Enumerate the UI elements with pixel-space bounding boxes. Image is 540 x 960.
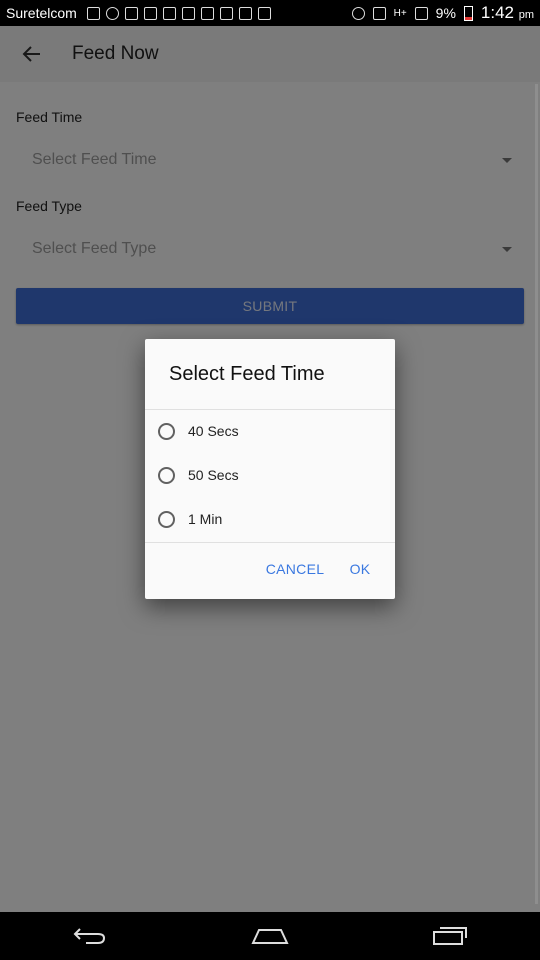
radio-unchecked-icon[interactable]	[158, 510, 175, 528]
mute-icon	[372, 6, 386, 20]
clock-suffix: pm	[518, 9, 534, 21]
mail-icon	[238, 6, 252, 20]
status-bar: Suretelcom H+ 9% 1:42 pm	[0, 0, 540, 26]
x-notification-icon	[219, 6, 233, 20]
back-nav-icon	[73, 928, 106, 944]
google-icon	[257, 6, 271, 20]
facebook-icon	[143, 6, 157, 20]
wifi-icon	[200, 6, 214, 20]
battery-percent: 9%	[435, 5, 456, 21]
app-notification-icon	[181, 6, 195, 20]
recents-nav-icon	[433, 927, 467, 945]
home-nav-icon	[251, 929, 289, 944]
gmail-icon	[124, 6, 138, 20]
dialog-title: Select Feed Time	[169, 363, 325, 385]
network-type: H+	[393, 7, 407, 19]
whatsapp-icon	[105, 6, 119, 20]
facebook-lite-icon	[162, 6, 176, 20]
bluetooth-icon	[351, 6, 365, 20]
signal-icon	[414, 6, 428, 20]
select-feed-time-dialog: Select Feed Time 40 Secs 50 Secs 1 Min C…	[145, 339, 395, 599]
carrier-name: Suretelcom	[6, 5, 77, 21]
nav-home-button[interactable]	[240, 912, 300, 960]
option-label: 40 Secs	[188, 423, 239, 439]
option-50-secs[interactable]: 50 Secs	[145, 453, 395, 497]
nav-recents-button[interactable]	[420, 912, 480, 960]
clock-time: 1:42	[480, 3, 514, 22]
image-notification-icon	[86, 6, 100, 20]
battery-icon	[463, 5, 473, 21]
clock: 1:42 pm	[481, 3, 534, 23]
option-label: 1 Min	[188, 511, 223, 527]
option-40-secs[interactable]: 40 Secs	[145, 409, 395, 453]
radio-unchecked-icon[interactable]	[158, 466, 175, 484]
option-label: 50 Secs	[188, 467, 239, 483]
dialog-divider	[145, 542, 395, 543]
cancel-button[interactable]: CANCEL	[261, 551, 329, 587]
system-nav-bar	[0, 912, 540, 960]
ok-button[interactable]: OK	[343, 551, 377, 587]
nav-back-button[interactable]	[60, 912, 120, 960]
scrollbar	[535, 84, 538, 904]
radio-unchecked-icon[interactable]	[158, 422, 175, 440]
option-1-min[interactable]: 1 Min	[145, 497, 395, 541]
